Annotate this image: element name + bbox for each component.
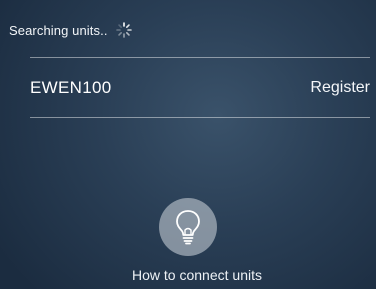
unit-row[interactable]: EWEN100 Register	[30, 58, 370, 117]
status-bar: Searching units..	[9, 18, 133, 42]
status-text: Searching units..	[9, 22, 108, 38]
unit-name: EWEN100	[30, 77, 112, 97]
divider-bottom	[30, 117, 370, 118]
register-button[interactable]: Register	[310, 79, 370, 97]
loading-spinner-icon	[115, 22, 132, 38]
lightbulb-icon-circle[interactable]	[159, 198, 217, 256]
how-to-connect-button[interactable]: How to connect units	[0, 198, 376, 283]
help-label: How to connect units	[132, 267, 262, 283]
lightbulb-icon	[176, 210, 200, 245]
